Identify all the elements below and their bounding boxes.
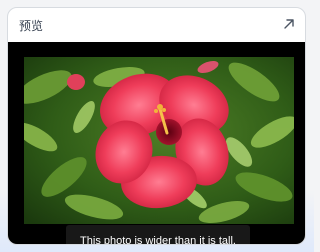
arrow-up-right-icon[interactable]	[282, 17, 296, 31]
preview-image[interactable]	[24, 57, 294, 224]
preview-card: 预览 This photo is wider than it is tall.	[7, 7, 306, 245]
image-caption: This photo is wider than it is tall.	[66, 225, 250, 244]
panel-title: 预览	[19, 19, 44, 33]
preview-stage: This photo is wider than it is tall.	[8, 42, 305, 244]
preview-header: 预览	[8, 8, 305, 43]
hibiscus-photo	[24, 57, 294, 224]
